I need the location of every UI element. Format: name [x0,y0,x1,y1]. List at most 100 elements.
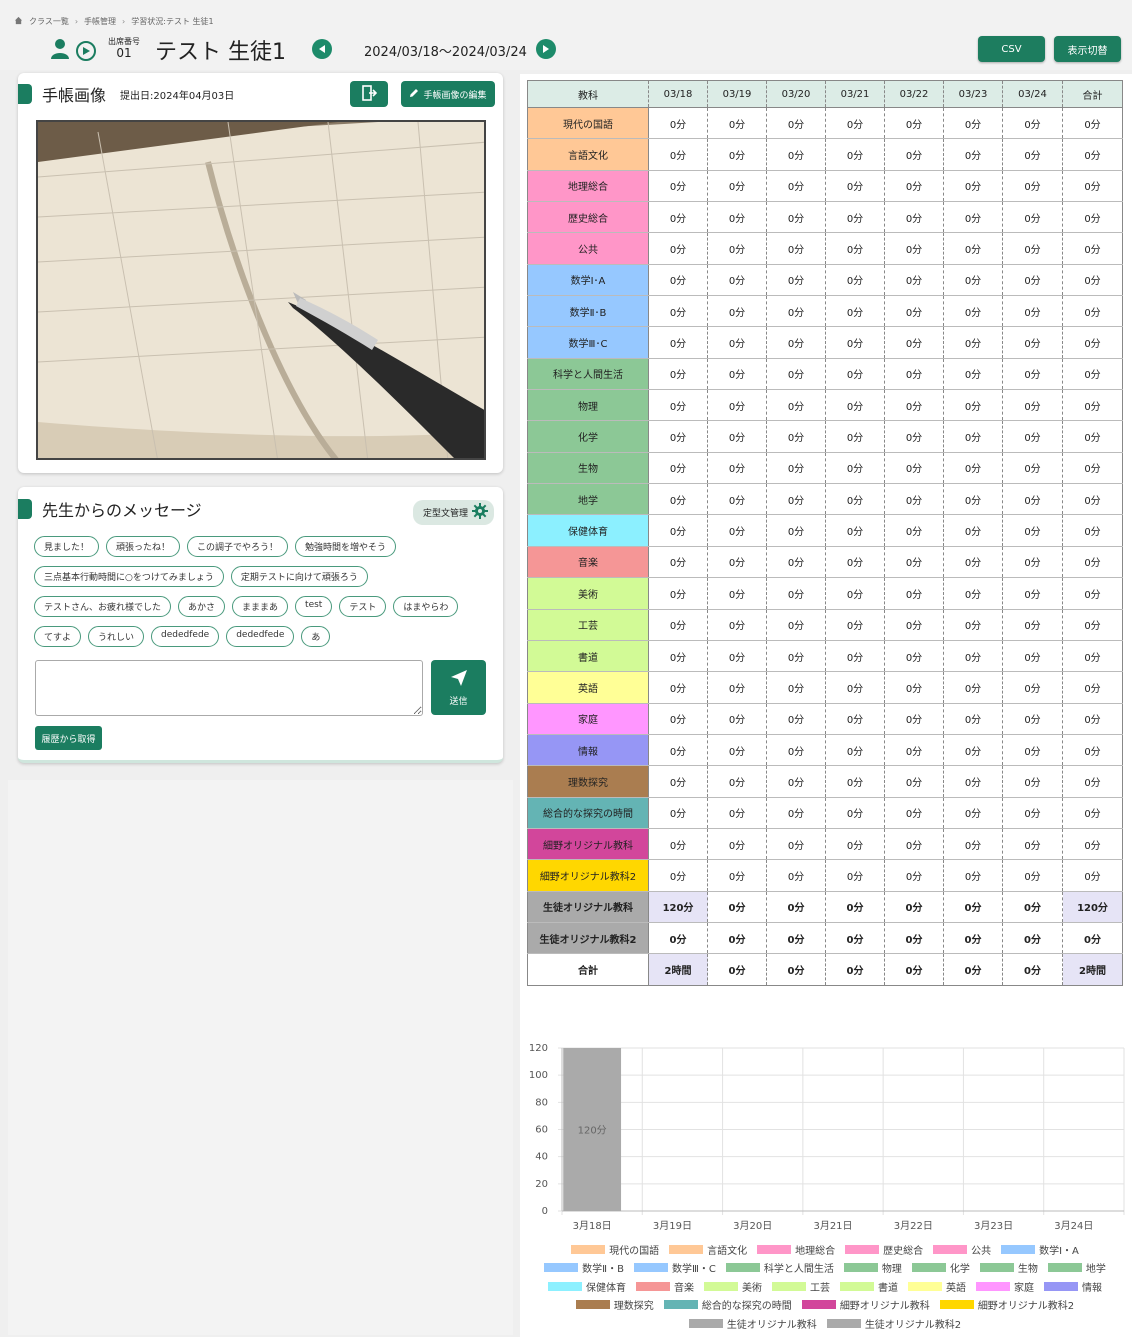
template-chip[interactable]: 頑張ったね！ [106,536,181,557]
legend-item[interactable]: 総合的な探究の時間 [663,1297,792,1313]
total-cell: 120分 [1062,891,1123,923]
legend-item[interactable]: 歴史総合 [845,1242,923,1257]
template-chip[interactable]: あ [301,626,331,647]
time-cell: 0分 [1002,734,1063,767]
play-icon[interactable] [76,40,96,61]
legend-swatch [1047,1263,1082,1273]
x-tick-label: 3月23日 [974,1220,1013,1232]
time-cell: 0分 [766,514,826,547]
time-cell: 0分 [648,828,708,861]
template-chip[interactable]: 勉強時間を増やそう [295,536,397,557]
legend-item[interactable]: 物理 [843,1260,902,1275]
subject-cell: 総合的な探究の時間 [527,797,649,829]
breadcrumb-item-notebook[interactable]: 手帳管理 [84,16,116,27]
message-input[interactable] [35,660,423,716]
template-chip[interactable]: テストさん、お疲れ様でした [34,596,172,617]
legend-item[interactable]: 言語文化 [669,1242,747,1257]
export-image-button[interactable] [350,81,388,107]
history-button[interactable]: 履歴から取得 [35,726,102,750]
template-chip[interactable]: あかさ [178,596,226,617]
time-cell: 0分 [943,859,1003,892]
table-row: 数学Ⅱ･B 0分 0分 0分 0分 0分 0分 0分 0分 [527,295,1123,328]
time-cell: 0分 [766,295,826,328]
legend-item[interactable]: 数学Ⅰ・A [1001,1242,1079,1257]
time-cell: 0分 [884,295,944,328]
legend-swatch [911,1263,946,1273]
legend-item[interactable]: 公共 [933,1242,991,1257]
legend-item[interactable]: 地学 [1047,1260,1106,1275]
home-icon[interactable] [14,16,23,27]
legend-item[interactable]: 化学 [911,1260,970,1275]
time-cell: 0分 [1002,389,1063,422]
template-chip[interactable]: 定期テストに向けて頑張ろう [230,566,368,587]
legend-label: 総合的な探究の時間 [701,1301,792,1313]
legend-item[interactable]: 美術 [704,1279,762,1294]
notebook-photo [36,120,486,460]
table-row: 歴史総合 0分 0分 0分 0分 0分 0分 0分 0分 [527,201,1123,234]
legend-item[interactable]: 細野オリジナル教科 [801,1297,930,1312]
time-cell: 0分 [1002,358,1063,391]
legend-item[interactable]: 英語 [908,1279,966,1294]
template-chip[interactable]: はまやらわ [393,596,459,617]
template-chip[interactable]: うれしい [88,626,145,647]
legend-row: 数学Ⅱ・B 数学Ⅲ・C 科学と人間生活 物理 化学 生物 地学 [530,1259,1120,1278]
time-cell: 0分 [825,514,885,547]
legend-item[interactable]: 現代の国語 [571,1242,659,1257]
legend-item[interactable]: 家庭 [976,1279,1034,1294]
time-cell: 0分 [648,326,708,359]
prev-week-button[interactable] [312,39,332,59]
time-cell: 0分 [825,295,885,328]
legend-item[interactable]: 数学Ⅱ・B [544,1260,624,1275]
legend-label: 美術 [742,1282,762,1294]
table-row: 合計 2時間 0分 0分 0分 0分 0分 0分 2時間 [527,953,1123,986]
template-chip[interactable]: 見ました！ [34,536,100,557]
time-cell: 0分 [1002,953,1063,986]
breadcrumb-item-class-list[interactable]: クラス一覧 [29,16,69,27]
notebook-photo-illustration [38,122,484,458]
total-cell: 0分 [1062,828,1123,861]
legend-row: 現代の国語 言語文化 地理総合 歴史総合 公共 数学Ⅰ・A [530,1240,1120,1259]
legend-item[interactable]: 生徒オリジナル教科 [688,1316,817,1331]
toggle-view-button[interactable]: 表示切替 [1054,36,1121,62]
legend-item[interactable]: 科学と人間生活 [725,1260,834,1275]
time-cell: 0分 [766,326,826,359]
total-cell: 0分 [1062,546,1123,579]
legend-item[interactable]: 細野オリジナル教科2 [939,1297,1074,1312]
top-bar: クラス一覧 › 手帳管理 › 学習状況:テスト 生徒1 出席番号 01 テスト … [0,0,1132,70]
table-row: 書道 0分 0分 0分 0分 0分 0分 0分 0分 [527,640,1123,673]
template-chip[interactable]: test [295,596,333,617]
template-chip[interactable]: 三点基本行動時間に○をつけてみましょう [34,566,224,587]
edit-notebook-image-button[interactable]: 手帳画像の編集 [401,81,495,107]
pencil-icon [409,88,419,101]
legend-item[interactable]: 保健体育 [548,1279,626,1294]
legend-item[interactable]: 地理総合 [757,1242,835,1257]
legend-item[interactable]: 生物 [979,1260,1038,1275]
legend-item[interactable]: 音楽 [636,1279,694,1294]
time-cell: 0分 [884,671,944,704]
next-week-button[interactable] [536,39,556,59]
legend-item[interactable]: 情報 [1044,1279,1102,1294]
template-chip[interactable]: テスト [339,596,387,617]
legend-item[interactable]: 生徒オリジナル教科2 [826,1316,961,1331]
total-cell: 0分 [1062,514,1123,547]
legend-item[interactable]: 工芸 [772,1279,830,1294]
template-chip[interactable]: この調子でやろう！ [187,536,289,557]
legend-label: 現代の国語 [609,1245,660,1257]
send-label: 送信 [449,696,468,707]
template-manage-button[interactable]: 定型文管理 [413,500,495,525]
time-cell: 0分 [766,201,826,234]
time-cell: 0分 [884,170,944,203]
send-button[interactable]: 送信 [431,660,486,715]
time-cell: 0分 [943,797,1003,829]
csv-button[interactable]: CSV [978,36,1045,62]
template-chip[interactable]: てすよ [34,626,82,647]
legend-item[interactable]: 理数探究 [575,1297,654,1312]
subject-cell: 細野オリジナル教科 [527,828,649,861]
template-chip[interactable]: dededfede [226,626,295,647]
template-chip[interactable]: まままあ [232,596,289,617]
legend-item[interactable]: 書道 [840,1279,898,1294]
table-row: 地理総合 0分 0分 0分 0分 0分 0分 0分 0分 [527,170,1123,203]
template-chip[interactable]: dededfede [151,626,220,647]
legend-item[interactable]: 数学Ⅲ・C [633,1260,716,1275]
time-cell: 0分 [707,326,767,359]
